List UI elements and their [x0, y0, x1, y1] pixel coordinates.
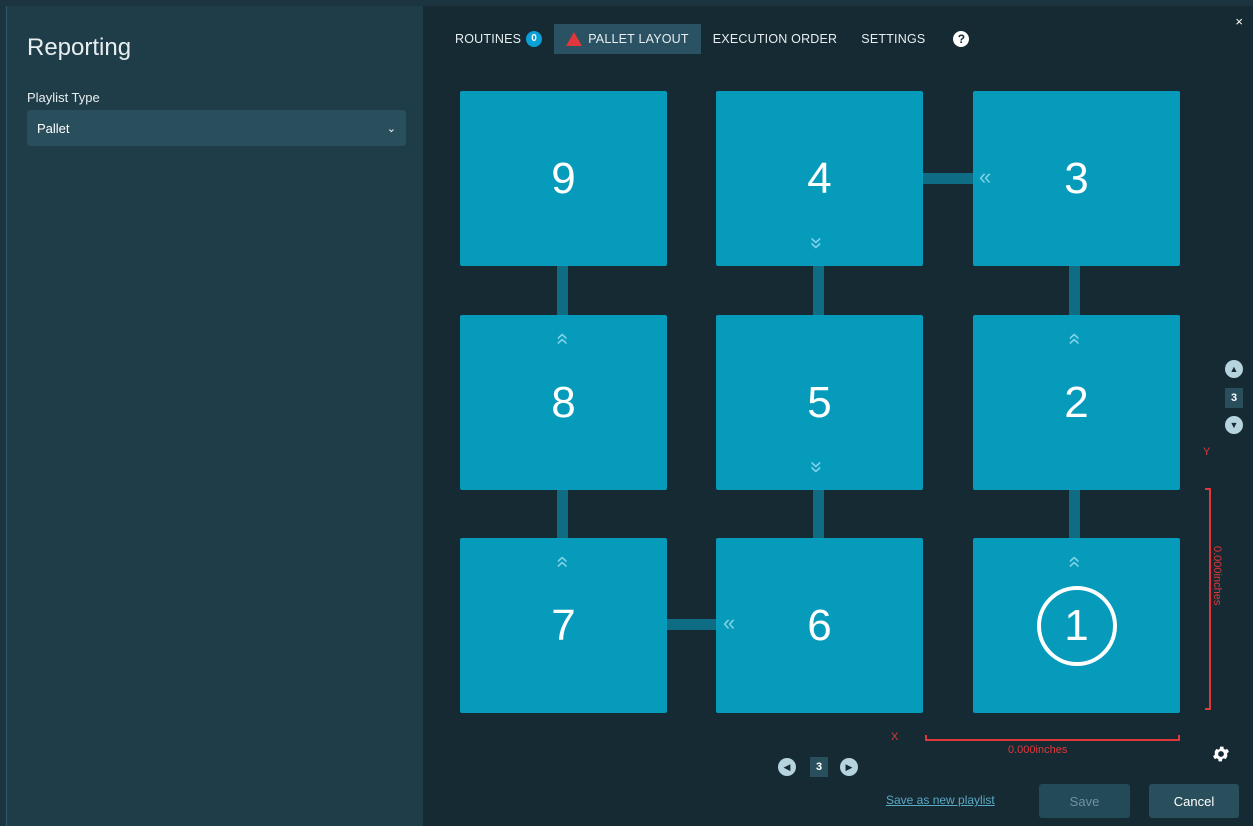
start-tile-circle: 1	[1036, 585, 1117, 666]
connector	[1069, 488, 1080, 544]
tile-number: 7	[551, 600, 576, 650]
pallet-grid: 9 4 3 8 5 2 7 6 1 « » » » » » » «	[423, 6, 1253, 826]
connector	[813, 265, 824, 321]
tile-number: 8	[551, 377, 576, 427]
tile-number: 6	[807, 600, 832, 650]
connector	[922, 173, 974, 184]
y-axis-label: Y	[1203, 446, 1211, 458]
x-axis-label: X	[891, 731, 899, 743]
tile-number: 5	[807, 377, 832, 427]
playlist-type-value: Pallet	[37, 120, 70, 136]
connector	[557, 265, 568, 321]
double-chevron-left-icon: «	[723, 610, 736, 635]
cancel-button[interactable]: Cancel	[1149, 784, 1239, 818]
tile-number: 9	[551, 153, 576, 203]
double-chevron-left-icon: «	[979, 164, 992, 189]
tile-number: 3	[1064, 153, 1089, 203]
pallet-tile-9[interactable]: 9	[460, 91, 667, 266]
tile-number: 1	[1064, 600, 1089, 650]
x-decrement-button[interactable]: ◀	[778, 758, 796, 776]
connector	[1069, 265, 1080, 321]
x-dimension-value: 0.000inches	[1008, 744, 1068, 756]
playlist-type-select[interactable]: Pallet ⌄	[27, 110, 406, 146]
chevron-down-icon: ⌄	[386, 122, 396, 135]
double-chevron-up-icon: »	[548, 332, 574, 346]
panel-title: Reporting	[27, 34, 132, 61]
right-panel: ROUTINES 0 PALLET LAYOUT EXECUTION ORDER…	[423, 6, 1253, 826]
y-dimension-value: 0.000inches	[1211, 546, 1223, 606]
left-panel: Reporting Playlist Type Pallet ⌄	[6, 6, 423, 826]
double-chevron-up-icon: »	[1060, 332, 1086, 346]
double-chevron-down-icon: »	[805, 236, 831, 250]
connector	[666, 619, 718, 630]
double-chevron-up-icon: »	[1060, 555, 1086, 569]
double-chevron-up-icon: »	[548, 555, 574, 569]
gear-icon[interactable]	[1211, 744, 1231, 764]
double-chevron-down-icon: »	[805, 460, 831, 474]
x-dimension-line	[925, 735, 1180, 741]
playlist-type-label: Playlist Type	[27, 90, 100, 105]
tile-number: 2	[1064, 377, 1089, 427]
save-button[interactable]: Save	[1039, 784, 1130, 818]
x-count: 3	[810, 757, 828, 777]
y-decrement-button[interactable]: ▼	[1225, 416, 1243, 434]
tile-number: 4	[807, 153, 832, 203]
save-as-new-playlist-link[interactable]: Save as new playlist	[886, 793, 995, 807]
y-count: 3	[1225, 388, 1243, 408]
y-increment-button[interactable]: ▲	[1225, 360, 1243, 378]
connector	[557, 488, 568, 544]
x-increment-button[interactable]: ▶	[840, 758, 858, 776]
pallet-tile-3[interactable]: 3	[973, 91, 1180, 266]
pallet-tile-6[interactable]: 6	[716, 538, 923, 713]
connector	[813, 488, 824, 544]
